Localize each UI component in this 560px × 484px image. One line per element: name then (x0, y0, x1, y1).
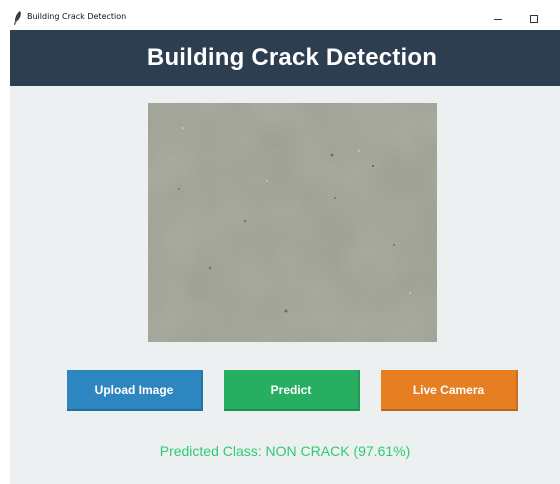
image-preview (148, 103, 437, 342)
app-window: Building Crack Detection ✕ Building Crac… (10, 8, 560, 484)
predict-button[interactable]: Predict (224, 370, 360, 411)
window-title: Building Crack Detection (27, 12, 127, 21)
minimize-button[interactable] (480, 8, 516, 30)
title-bar: Building Crack Detection ✕ (10, 8, 560, 30)
live-camera-button[interactable]: Live Camera (381, 370, 518, 411)
maximize-button[interactable] (516, 8, 552, 30)
prediction-result: Predicted Class: NON CRACK (97.61%) (159, 443, 411, 459)
feather-icon (13, 11, 23, 25)
app-header: Building Crack Detection (10, 30, 560, 86)
concrete-surface-photo (148, 103, 437, 342)
upload-image-button[interactable]: Upload Image (67, 370, 203, 411)
close-button[interactable]: ✕ (552, 8, 560, 30)
minimize-icon (494, 18, 502, 20)
maximize-icon (530, 15, 538, 23)
page-title: Building Crack Detection (146, 44, 438, 71)
